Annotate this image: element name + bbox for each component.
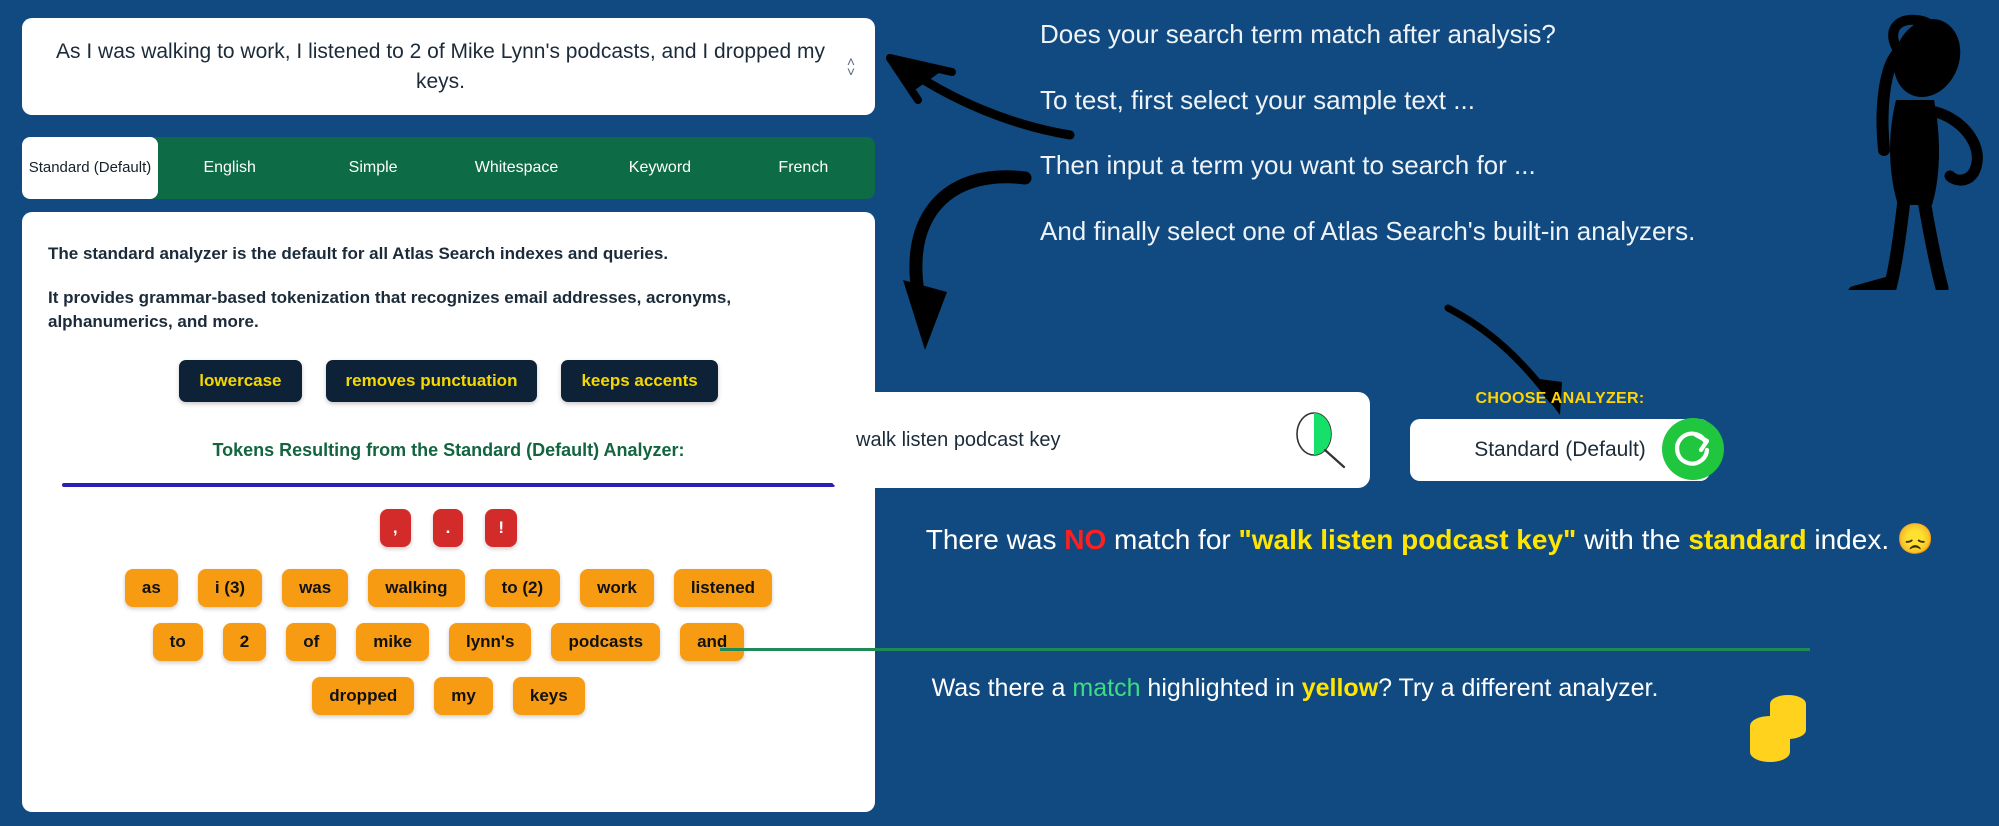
choose-analyzer-label: CHOOSE ANALYZER: <box>1475 390 1645 407</box>
analyzer-feature-badges: lowercase removes punctuation keeps acce… <box>48 360 849 403</box>
tab-keyword[interactable]: Keyword <box>588 137 731 199</box>
token-chip: work <box>580 569 654 608</box>
hint-part3: ? Try a different analyzer. <box>1378 674 1659 702</box>
token-chip: i (3) <box>197 569 263 608</box>
search-input-value[interactable]: walk listen podcast key <box>856 429 1288 452</box>
hint-part2: highlighted in <box>1140 674 1302 702</box>
token-chip: dropped <box>312 677 415 716</box>
instructions-list: Does your search term match after analys… <box>886 19 1900 415</box>
token-chip: was <box>282 569 349 608</box>
token-row-punctuation: , . ! <box>48 509 849 548</box>
token-row: dropped my keys <box>48 677 849 716</box>
badge-removes-punctuation: removes punctuation <box>325 360 538 403</box>
result-term: "walk listen podcast key" <box>1238 524 1577 555</box>
search-input[interactable]: walk listen podcast key <box>830 392 1370 488</box>
tab-english[interactable]: English <box>158 137 301 199</box>
sample-stepper[interactable]: ˄ ˅ <box>847 54 855 78</box>
result-with-the: with the <box>1576 524 1689 555</box>
instruction-line-4: And finally select one of Atlas Search's… <box>1040 215 1696 246</box>
result-prefix: There was <box>925 524 1065 555</box>
instruction-line-2: To test, first select your sample text .… <box>1040 84 1475 115</box>
analyzer-tabbar: Standard (Default) English Simple Whites… <box>22 137 875 199</box>
result-suffix: index. <box>1806 524 1890 555</box>
instruction-line-1: Does your search term match after analys… <box>1040 19 1556 49</box>
badge-lowercase: lowercase <box>179 360 302 403</box>
app-root: As I was walking to work, I listened to … <box>0 0 1999 826</box>
token-chip: as <box>124 569 178 608</box>
tokens-divider <box>62 483 835 488</box>
token-chip: keys <box>512 677 585 716</box>
analyzer-detail-card: The standard analyzer is the default for… <box>22 212 875 812</box>
hint-yellow-word: yellow <box>1301 674 1379 702</box>
token-chip: walking <box>368 569 465 608</box>
tab-simple[interactable]: Simple <box>301 137 444 199</box>
token-chip: mike <box>356 623 429 662</box>
token-chip: listened <box>673 569 773 608</box>
result-no-badge: NO <box>1064 524 1107 555</box>
token-row: as i (3) was walking to (2) work listene… <box>48 569 849 608</box>
tab-french[interactable]: French <box>732 137 875 199</box>
sample-text-value: As I was walking to work, I listened to … <box>56 39 825 93</box>
token-chip: to (2) <box>484 569 561 608</box>
refresh-button[interactable] <box>1662 418 1724 480</box>
token-chip: , <box>379 509 411 548</box>
analyzer-select-value: Standard (Default) <box>1474 438 1646 461</box>
arrow-down-curved-icon <box>903 170 1032 350</box>
section-divider <box>720 648 1810 651</box>
analyzer-description-line1: The standard analyzer is the default for… <box>48 244 669 263</box>
right-panel: Does your search term match after analys… <box>720 0 1999 826</box>
hint-message: Was there a match highlighted in yellow?… <box>790 672 1800 706</box>
tab-standard-default[interactable]: Standard (Default) <box>22 137 158 199</box>
analyzer-description-line2: It provides grammar-based tokenization t… <box>48 288 732 332</box>
token-chip: to <box>152 623 203 662</box>
left-panel: As I was walking to work, I listened to … <box>0 0 900 826</box>
sad-face-emoji: 😞 <box>1896 523 1935 556</box>
token-chip: lynn's <box>448 623 532 662</box>
result-index-name: standard <box>1688 524 1807 555</box>
coins-icon <box>1750 695 1806 762</box>
result-middle: match for <box>1106 524 1239 555</box>
badge-keeps-accents: keeps accents <box>561 360 718 403</box>
hint-match-word: match <box>1072 674 1141 702</box>
instruction-line-3: Then input a term you want to search for… <box>1040 150 1536 181</box>
stepper-down-icon[interactable]: ˅ <box>847 65 855 78</box>
thinking-person-silhouette-icon <box>1848 14 1983 290</box>
sample-text-field[interactable]: As I was walking to work, I listened to … <box>22 18 875 115</box>
token-chip: ! <box>485 509 518 548</box>
token-chip: my <box>434 677 493 716</box>
token-chip: of <box>286 623 337 662</box>
search-result-message: There was NO match for "walk listen podc… <box>900 520 1960 559</box>
tokens-heading: Tokens Resulting from the Standard (Defa… <box>212 440 685 461</box>
token-row: to 2 of mike lynn's podcasts and <box>48 623 849 662</box>
token-chip: and <box>680 623 745 662</box>
tab-whitespace[interactable]: Whitespace <box>445 137 588 199</box>
token-chip: . <box>432 509 464 548</box>
refresh-icon <box>1675 431 1710 466</box>
token-chip: podcasts <box>551 623 661 662</box>
hint-part1: Was there a <box>931 674 1073 702</box>
magnifying-glass-icon[interactable] <box>1288 410 1348 470</box>
token-chip: 2 <box>222 623 267 662</box>
